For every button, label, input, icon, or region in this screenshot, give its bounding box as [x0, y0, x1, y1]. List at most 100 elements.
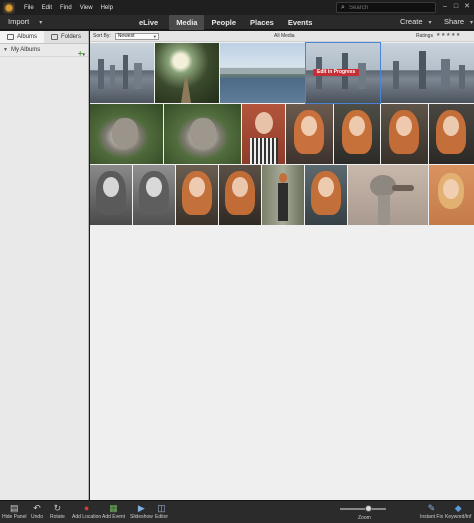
instant-fix-button[interactable]: ✎ Instant Fix [420, 503, 443, 520]
panel-tabs: Albums Folders [0, 31, 88, 44]
keyword-info-button[interactable]: ◆ Keyword/Inf [445, 503, 471, 520]
add-location-label: Add Location [72, 514, 102, 520]
import-label: Import [8, 17, 30, 26]
share-label: Share [444, 17, 465, 26]
add-event-label: Add Event [102, 514, 126, 520]
menu-edit[interactable]: Edit [42, 5, 52, 11]
tab-people[interactable]: People [204, 15, 243, 30]
keyword-info-label: Keyword/Inf [445, 514, 472, 520]
chevron-down-icon: ▾ [82, 52, 85, 58]
media-thumbnail[interactable] [164, 104, 241, 164]
tab-media[interactable]: Media [169, 15, 205, 30]
my-albums-section[interactable]: ▼ My Albums [0, 44, 88, 57]
tab-elive[interactable]: eLive [132, 15, 165, 30]
media-thumbnail[interactable] [176, 165, 218, 225]
menu-view[interactable]: View [80, 5, 93, 11]
close-button[interactable]: ✕ [462, 3, 472, 11]
tab-albums[interactable]: Albums [0, 31, 44, 43]
add-event-icon: ▦ [109, 503, 118, 513]
media-row: Edit in Progress [90, 42, 474, 104]
media-thumbnail[interactable] [348, 165, 428, 225]
mode-tabs: eLive Media People Places Events [132, 15, 319, 30]
ratings-label: Ratings [416, 33, 433, 39]
sort-dropdown[interactable]: Newest ▼ [114, 32, 159, 40]
tab-albums-label: Albums [16, 34, 37, 40]
search-input[interactable] [349, 4, 429, 11]
menu-file[interactable]: File [24, 5, 34, 11]
media-browser: Sort By: Newest ▼ All Media Ratings ★★★★… [90, 31, 474, 500]
tab-folders[interactable]: Folders [44, 31, 88, 43]
sort-value: Newest [117, 33, 135, 39]
search-box[interactable]: ⌕ [336, 2, 436, 13]
folder-icon [50, 34, 58, 40]
undo-icon: ↶ [33, 503, 41, 513]
keyword-icon: ◆ [454, 503, 462, 513]
editor-icon: ◫ [157, 503, 166, 513]
sort-by-label: Sort By: [93, 33, 111, 39]
media-thumbnail[interactable] [429, 104, 474, 164]
media-toolbar: Sort By: Newest ▼ All Media Ratings ★★★★… [90, 31, 474, 42]
create-button[interactable]: Create ▾ [400, 17, 432, 26]
media-thumbnail[interactable] [262, 165, 304, 225]
hide-panel-icon: ▤ [9, 503, 19, 513]
app-logo-icon [3, 1, 15, 14]
media-thumbnail[interactable] [381, 43, 474, 103]
media-thumbnail[interactable] [133, 165, 175, 225]
slideshow-label: Slideshow [130, 514, 153, 520]
media-thumbnail[interactable] [90, 165, 132, 225]
maximize-button[interactable]: □ [451, 3, 461, 11]
bottom-toolbar: ▤ Hide Panel ↶ Undo ↻ Rotate ● Add Locat… [0, 500, 474, 523]
chevron-down-icon: ▾ [39, 20, 43, 26]
editor-label: Editor [155, 514, 169, 520]
tab-folders-label: Folders [60, 34, 81, 40]
undo-label: Undo [31, 514, 43, 520]
media-thumbnail[interactable] [90, 43, 154, 103]
chevron-down-icon: ▾ [428, 20, 432, 26]
undo-button[interactable]: ↶ Undo [31, 503, 43, 520]
zoom-slider-handle[interactable] [365, 505, 372, 512]
minimize-button[interactable]: – [440, 3, 450, 11]
hide-panel-button[interactable]: ▤ Hide Panel [2, 503, 26, 520]
add-album-button[interactable]: +▾ [78, 49, 85, 58]
share-button[interactable]: Share ▾ [444, 17, 473, 26]
chevron-down-icon: ▾ [470, 20, 474, 26]
menu-find[interactable]: Find [60, 5, 72, 11]
media-thumbnail[interactable] [220, 43, 305, 103]
media-thumbnail[interactable] [334, 104, 380, 164]
media-thumbnail[interactable] [381, 104, 428, 164]
create-label: Create [400, 17, 423, 26]
hide-panel-label: Hide Panel [2, 514, 27, 520]
slideshow-button[interactable]: ▶ Slideshow [130, 503, 153, 520]
add-location-button[interactable]: ● Add Location [72, 503, 101, 520]
tab-places[interactable]: Places [243, 15, 281, 30]
zoom-slider-track[interactable] [340, 508, 386, 510]
expand-triangle-icon[interactable]: ▼ [3, 47, 8, 53]
albums-icon [6, 34, 14, 40]
media-row [90, 165, 474, 225]
zoom-label: Zoom [358, 515, 371, 521]
tab-events[interactable]: Events [281, 15, 320, 30]
view-label: All Media [274, 33, 295, 39]
search-icon: ⌕ [341, 3, 345, 11]
media-thumbnail[interactable] [219, 165, 261, 225]
media-thumbnail[interactable] [155, 43, 219, 103]
menu-bar: File Edit Find View Help ⌕ – □ ✕ [0, 0, 474, 15]
media-thumbnail[interactable] [242, 104, 285, 164]
my-albums-label: My Albums [10, 47, 41, 53]
add-location-icon: ● [83, 503, 90, 513]
menu-help[interactable]: Help [101, 5, 113, 11]
media-thumbnail[interactable] [305, 165, 347, 225]
editor-button[interactable]: ◫ Editor [155, 503, 168, 520]
rotate-button[interactable]: ↻ Rotate [50, 503, 65, 520]
add-event-button[interactable]: ▦ Add Event [102, 503, 125, 520]
media-thumbnail[interactable] [429, 165, 474, 225]
edit-in-progress-badge: Edit in Progress [313, 69, 360, 76]
media-thumbnail-selected[interactable]: Edit in Progress [305, 42, 381, 104]
media-thumbnail[interactable] [286, 104, 333, 164]
mode-bar: Import ▾ eLive Media People Places Events… [0, 15, 474, 30]
instant-fix-icon: ✎ [427, 503, 436, 513]
instant-fix-label: Instant Fix [420, 514, 444, 520]
media-thumbnail[interactable] [90, 104, 163, 164]
import-button[interactable]: Import ▾ [8, 17, 42, 26]
rating-stars-filter[interactable]: ★★★★★ [436, 32, 461, 38]
